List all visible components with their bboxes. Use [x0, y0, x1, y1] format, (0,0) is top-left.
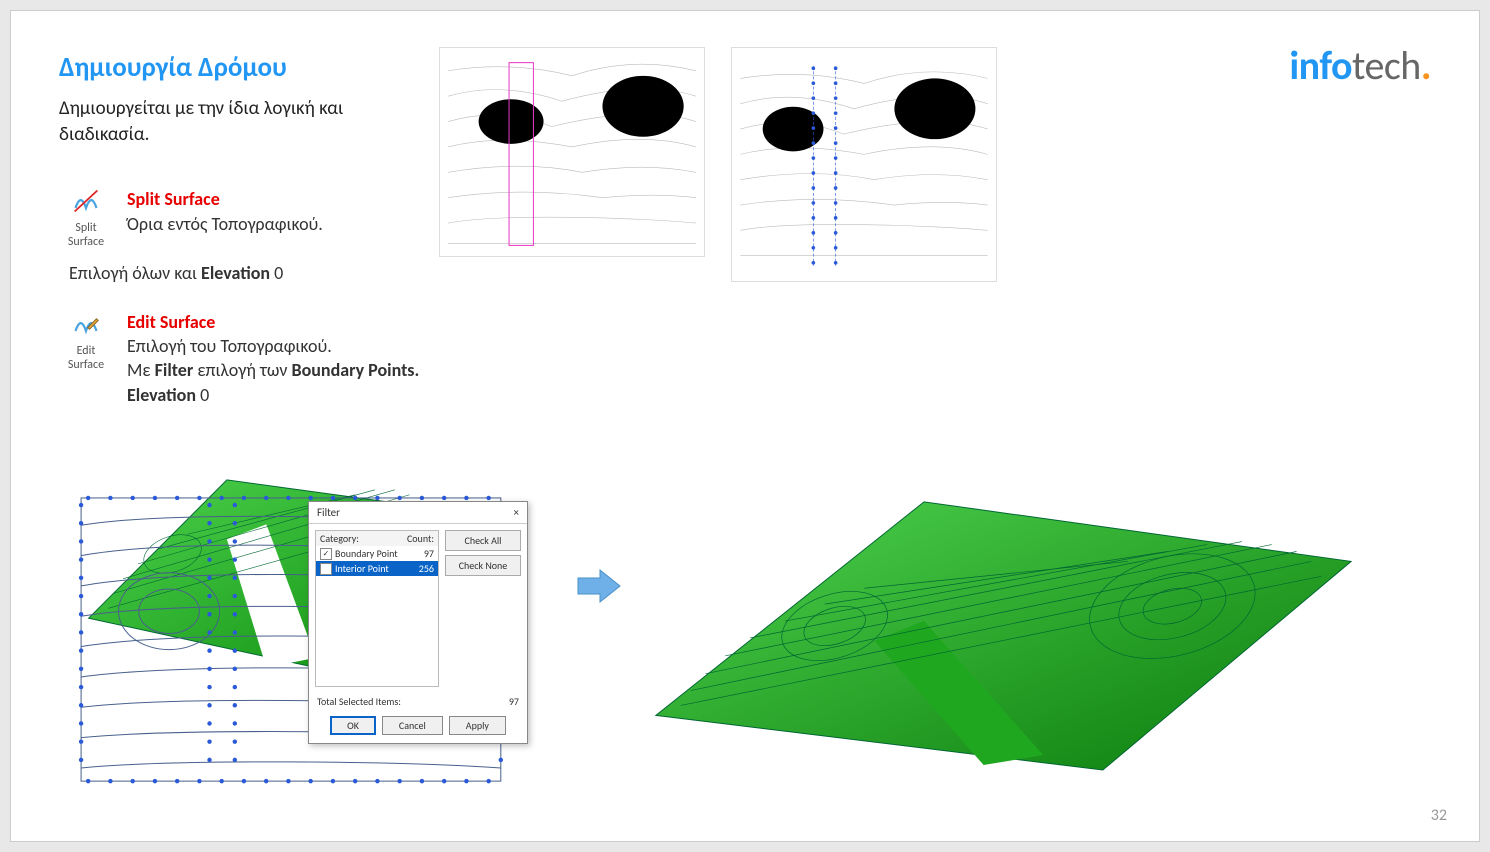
close-icon[interactable]: ×: [514, 506, 519, 519]
filter-dialog: Filter × Category:Count: ✓ Boundary Poin…: [308, 501, 528, 744]
checkbox-icon[interactable]: [320, 563, 332, 575]
cancel-button[interactable]: Cancel: [382, 716, 443, 735]
split-surface-text: Split Surface Όρια εντός Τοπογραφικού.: [127, 187, 323, 250]
filter-row-interior[interactable]: Interior Point256: [316, 561, 438, 576]
filter-category-list: Category:Count: ✓ Boundary Point97 Inter…: [315, 530, 439, 687]
split-surface-icon: [72, 187, 100, 220]
check-all-button[interactable]: Check All: [445, 530, 521, 551]
topo-pick-rect-thumb: [439, 47, 705, 257]
checkbox-icon[interactable]: ✓: [320, 548, 332, 560]
filter-dialog-title: Filter: [317, 506, 340, 519]
edit-surface-label: Edit Surface: [59, 345, 113, 373]
edit-surface-text: Edit Surface Επιλογή του Τοπογραφικού. Μ…: [127, 310, 419, 407]
page-number: 32: [1431, 806, 1447, 825]
slide: infotech. Δημιουργία Δρόμου Δημιουργείτα…: [10, 10, 1480, 842]
terrain-3d-result: [636, 466, 1371, 786]
check-none-button[interactable]: Check None: [445, 555, 521, 576]
filter-row-boundary[interactable]: ✓ Boundary Point97: [316, 546, 438, 561]
brand-logo: infotech.: [1289, 41, 1431, 90]
topo-points-thumb: [731, 47, 997, 282]
total-value: 97: [509, 695, 519, 708]
arrow-right-icon: [576, 566, 622, 611]
edit-surface-icon: [72, 310, 100, 343]
split-surface-label: Split Surface: [59, 222, 113, 250]
split-surface-toolbutton[interactable]: Split Surface: [59, 187, 113, 250]
slide-subtitle: Δημιουργείται με την ίδια λογική και δια…: [59, 96, 419, 147]
edit-surface-toolbutton[interactable]: Edit Surface: [59, 310, 113, 407]
total-label: Total Selected Items:: [317, 695, 401, 708]
apply-button[interactable]: Apply: [449, 716, 506, 735]
ok-button[interactable]: OK: [330, 716, 376, 735]
edit-surface-block: Edit Surface Edit Surface Επιλογή του Το…: [59, 310, 1431, 407]
